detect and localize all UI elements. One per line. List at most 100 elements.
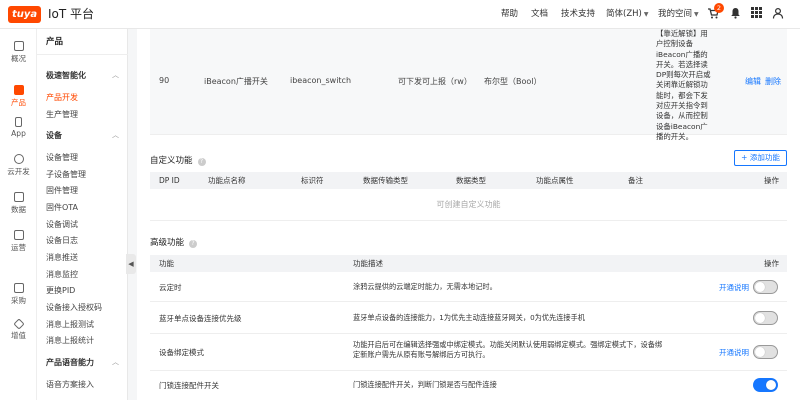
- nav-cloud[interactable]: 云开发: [0, 154, 37, 184]
- group-voice[interactable]: 产品语音能力: [46, 357, 94, 368]
- chevron-up-icon[interactable]: ︿: [112, 130, 119, 140]
- cart-icon: [13, 283, 24, 293]
- subnav-item[interactable]: 设备管理: [46, 152, 78, 163]
- chevron-left-icon: ◀: [128, 260, 134, 268]
- subnav-item[interactable]: 更换PID: [46, 285, 75, 296]
- language-selector[interactable]: 简体(ZH) ▼: [606, 0, 648, 29]
- user-icon[interactable]: [771, 7, 785, 21]
- feature-toggle[interactable]: [753, 345, 778, 359]
- column-header: 数据传输类型: [363, 176, 408, 185]
- subnav-item[interactable]: 消息上报统计: [46, 335, 94, 346]
- subnav-item[interactable]: 消息推送: [46, 252, 78, 263]
- my-space-menu[interactable]: 我的空间 ▼: [658, 0, 699, 29]
- dp-data-type: 布尔型（Bool）: [484, 77, 542, 86]
- add-function-button[interactable]: + 添加功能: [734, 150, 787, 166]
- diamond-icon: [12, 318, 25, 330]
- box-icon: [13, 85, 24, 95]
- toggle-knob: [755, 313, 765, 323]
- cloud-icon: [13, 154, 24, 164]
- feature-name: 设备绑定模式: [159, 348, 204, 357]
- column-header: 备注: [628, 176, 643, 185]
- chevron-down-icon: ▼: [643, 11, 649, 18]
- primary-sidebar: 概况 产品 App 云开发 数据 运营 采购 增值: [0, 29, 37, 400]
- table-row: 设备绑定模式 功能开启后可在编辑选择强或中绑定模式。功能关闭默认使用弱绑定模式。…: [150, 334, 787, 371]
- collapse-sidebar-button[interactable]: ◀: [126, 254, 136, 274]
- subnav-item[interactable]: 语音方案接入: [46, 379, 94, 390]
- nav-product[interactable]: 产品: [0, 85, 37, 115]
- secondary-sidebar: 产品 极速智能化 ︿ 产品开发 生产管理 设备 ︿ 设备管理 子设备管理 固件管…: [37, 29, 128, 400]
- custom-title-text: 自定义功能: [150, 156, 193, 166]
- custom-table-header: DP ID 功能点名称 标识符 数据传输类型 数据类型 功能点属性 备注 操作: [150, 172, 787, 189]
- nav-purchase[interactable]: 采购: [0, 283, 37, 313]
- home-icon: [13, 41, 24, 51]
- edit-link[interactable]: 编辑: [745, 76, 761, 87]
- nav-value-added[interactable]: 增值: [0, 318, 37, 350]
- toggle-knob: [766, 380, 776, 390]
- platform-title: IoT 平台: [48, 7, 95, 21]
- delete-link[interactable]: 删除: [765, 76, 781, 87]
- group-smart[interactable]: 极速智能化: [46, 70, 86, 81]
- enable-info-link[interactable]: 开通说明: [719, 347, 749, 358]
- empty-state: 可创建自定义功能: [150, 189, 787, 221]
- subnav-title: 产品: [46, 37, 64, 47]
- subnav-item[interactable]: 设备接入授权码: [46, 302, 102, 313]
- help-link[interactable]: 帮助: [501, 0, 518, 29]
- table-row: 云定时 涂鸦云提供的云端定时能力，无需本地记时。 开通说明: [150, 272, 787, 302]
- dp-description: 【靠近解锁】用户控制设备iBeacon广播的开关。若选择读DP则每次开启或关闭靠…: [656, 29, 711, 141]
- subnav-item-production[interactable]: 生产管理: [46, 109, 78, 120]
- subnav-item[interactable]: 设备日志: [46, 235, 78, 246]
- language-label: 简体(ZH): [606, 9, 642, 19]
- column-header: 功能点名称: [208, 176, 246, 185]
- help-icon[interactable]: ?: [197, 158, 206, 166]
- dp-id: 90: [159, 76, 170, 85]
- top-bar: tuya IoT 平台 帮助 文档 技术支持 简体(ZH) ▼ 我的空间 ▼ 2: [0, 0, 800, 29]
- nav-operations[interactable]: 运营: [0, 230, 37, 260]
- enable-info-link[interactable]: 开通说明: [719, 282, 749, 293]
- grid-apps-icon[interactable]: [749, 7, 763, 21]
- nav-app-label: App: [11, 129, 26, 138]
- feature-name: 云定时: [159, 283, 182, 292]
- column-header: 功能描述: [353, 259, 383, 268]
- nav-data[interactable]: 数据: [0, 192, 37, 222]
- nav-overview[interactable]: 概况: [0, 41, 37, 71]
- nav-operations-label: 运营: [11, 243, 26, 252]
- feature-description: 门锁连接配件开关，判断门锁是否与配件连接: [353, 380, 497, 389]
- column-header: 操作: [764, 176, 779, 185]
- subnav-item[interactable]: 子设备管理: [46, 169, 86, 180]
- chevron-up-icon[interactable]: ︿: [112, 357, 119, 367]
- toggle-knob: [755, 282, 765, 292]
- subnav-item[interactable]: 消息上报测试: [46, 319, 94, 330]
- nav-overview-label: 概况: [11, 54, 26, 63]
- feature-description: 功能开启后可在编辑选择强或中绑定模式。功能关闭默认使用弱绑定模式。强绑定模式下，…: [353, 340, 663, 359]
- cart-badge: 2: [714, 3, 724, 13]
- subnav-item-product-dev[interactable]: 产品开发: [46, 92, 78, 103]
- nav-cloud-label: 云开发: [7, 167, 30, 176]
- table-row: 90 iBeacon广播开关 ibeacon_switch 可下发可上报（rw）…: [150, 29, 787, 141]
- my-space-label: 我的空间: [658, 9, 693, 19]
- advanced-section-title: 高级功能?: [150, 236, 198, 248]
- subnav-item[interactable]: 消息监控: [46, 269, 78, 280]
- feature-toggle[interactable]: [753, 378, 778, 392]
- tech-support-link[interactable]: 技术支持: [561, 0, 595, 29]
- feature-toggle[interactable]: [753, 280, 778, 294]
- feature-name: 蓝牙单点设备连接优先级: [159, 314, 242, 323]
- chevron-up-icon[interactable]: ︿: [112, 70, 119, 80]
- document-icon: [13, 230, 24, 240]
- tuya-logo[interactable]: tuya: [8, 6, 42, 23]
- advanced-title-text: 高级功能: [150, 238, 185, 248]
- subnav-item[interactable]: 设备调试: [46, 219, 78, 230]
- custom-section-title: 自定义功能?: [150, 154, 206, 166]
- bell-icon[interactable]: [728, 7, 742, 21]
- dp-identifier: ibeacon_switch: [290, 76, 352, 85]
- column-header: 功能: [159, 259, 174, 268]
- feature-toggle[interactable]: [753, 311, 778, 325]
- subnav-item[interactable]: 固件OTA: [46, 202, 78, 213]
- subnav-item[interactable]: 固件管理: [46, 185, 78, 196]
- help-icon[interactable]: ?: [189, 240, 198, 248]
- nav-value-added-label: 增值: [11, 331, 26, 340]
- advanced-table-header: 功能 功能描述 操作: [150, 255, 787, 272]
- nav-app[interactable]: App: [0, 117, 37, 147]
- feature-description: 涂鸦云提供的云端定时能力，无需本地记时。: [353, 282, 497, 291]
- group-device[interactable]: 设备: [46, 130, 62, 141]
- docs-link[interactable]: 文档: [531, 0, 548, 29]
